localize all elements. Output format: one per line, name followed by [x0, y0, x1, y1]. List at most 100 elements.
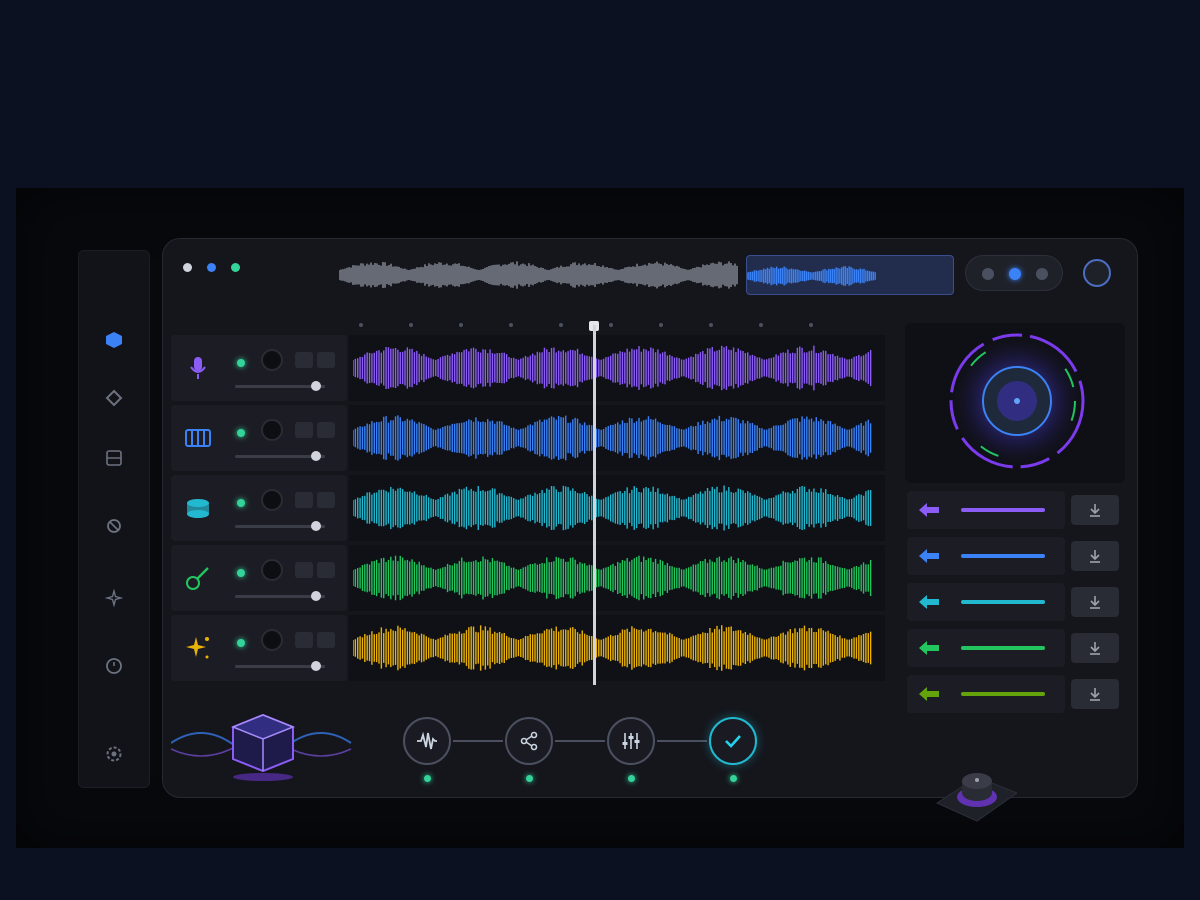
- master-knob[interactable]: [933, 763, 1019, 823]
- track-solo-button[interactable]: [317, 632, 335, 648]
- track-pan-knob[interactable]: [261, 419, 283, 441]
- fader-thumb[interactable]: [311, 451, 321, 461]
- waveform-icon: [417, 731, 437, 750]
- stem-row: [907, 537, 1129, 575]
- stem-download-button[interactable]: [1071, 633, 1119, 663]
- track-header: [171, 545, 347, 611]
- timeline-tick: [559, 323, 563, 327]
- download-icon: [1090, 504, 1100, 517]
- stem-row: [907, 491, 1129, 529]
- track-lane[interactable]: [349, 545, 885, 611]
- stem-channel[interactable]: [907, 675, 1065, 713]
- play-dot-icon[interactable]: [1009, 268, 1021, 280]
- track-active-led[interactable]: [237, 429, 245, 437]
- stem-arrow-icon: [919, 595, 939, 609]
- drum-icon: [183, 493, 213, 523]
- stem-level: [961, 646, 1045, 650]
- playhead[interactable]: [593, 325, 596, 685]
- power-button[interactable]: [1083, 259, 1111, 287]
- track-pan-knob[interactable]: [261, 559, 283, 581]
- track-active-led[interactable]: [237, 499, 245, 507]
- track-mute-button[interactable]: [295, 352, 313, 368]
- stem-download-button[interactable]: [1071, 587, 1119, 617]
- spectrum-visualizer: [905, 323, 1125, 483]
- track-mute-button[interactable]: [295, 632, 313, 648]
- grid-icon[interactable]: [101, 445, 127, 471]
- track-lane[interactable]: [349, 405, 885, 471]
- diamond-icon[interactable]: [101, 385, 127, 411]
- track-volume-fader[interactable]: [235, 661, 325, 671]
- track-waveform: [353, 485, 872, 531]
- stem-download-button[interactable]: [1071, 679, 1119, 709]
- fader-thumb[interactable]: [311, 591, 321, 601]
- timeline-ruler[interactable]: [359, 319, 889, 335]
- track-lane[interactable]: [349, 475, 885, 541]
- track-volume-fader[interactable]: [235, 381, 325, 391]
- step-status-led: [730, 775, 737, 782]
- track-solo-button[interactable]: [317, 352, 335, 368]
- gear-icon[interactable]: [101, 741, 127, 767]
- pipeline-arrow: [555, 740, 605, 742]
- track-volume-fader[interactable]: [235, 591, 325, 601]
- track-volume-fader[interactable]: [235, 451, 325, 461]
- previous-icon[interactable]: [982, 268, 994, 280]
- stem-channel[interactable]: [907, 583, 1065, 621]
- stem-channel[interactable]: [907, 629, 1065, 667]
- timeline-tick: [809, 323, 813, 327]
- track-solo-button[interactable]: [317, 562, 335, 578]
- track-pan-knob[interactable]: [261, 349, 283, 371]
- timeline-tick: [459, 323, 463, 327]
- stem-export-list: [907, 491, 1129, 721]
- track-pan-knob[interactable]: [261, 629, 283, 651]
- track-mute-button[interactable]: [295, 422, 313, 438]
- track-volume-fader[interactable]: [235, 521, 325, 531]
- track-list: [171, 335, 885, 685]
- next-icon[interactable]: [1036, 268, 1048, 280]
- track-row: [171, 405, 885, 471]
- step-share[interactable]: [505, 717, 553, 765]
- timeline-tick: [609, 323, 613, 327]
- track-header: [171, 405, 347, 471]
- track-mute-button[interactable]: [295, 562, 313, 578]
- step-complete[interactable]: [709, 717, 757, 765]
- check-icon: [725, 735, 741, 748]
- stem-channel[interactable]: [907, 537, 1065, 575]
- track-solo-button[interactable]: [317, 422, 335, 438]
- track-solo-button[interactable]: [317, 492, 335, 508]
- step-status-led: [424, 775, 431, 782]
- clock-icon[interactable]: [101, 653, 127, 679]
- overview-selection[interactable]: [746, 255, 954, 295]
- track-mute-button[interactable]: [295, 492, 313, 508]
- stem-level: [961, 692, 1045, 696]
- track-row: [171, 475, 885, 541]
- track-pan-knob[interactable]: [261, 489, 283, 511]
- guitar-icon: [183, 563, 213, 593]
- window-dot-green: [231, 263, 240, 272]
- step-status-led: [526, 775, 533, 782]
- fader-thumb[interactable]: [311, 661, 321, 671]
- step-waveform[interactable]: [403, 717, 451, 765]
- stem-download-button[interactable]: [1071, 495, 1119, 525]
- step-mixer[interactable]: [607, 717, 655, 765]
- cube-icon[interactable]: [101, 327, 127, 353]
- track-row: [171, 335, 885, 401]
- track-active-led[interactable]: [237, 359, 245, 367]
- download-icon: [1090, 642, 1100, 655]
- refresh-icon[interactable]: [101, 513, 127, 539]
- fader-thumb[interactable]: [311, 381, 321, 391]
- overview-waveform[interactable]: [339, 255, 739, 295]
- stem-channel[interactable]: [907, 491, 1065, 529]
- pipeline-arrow: [657, 740, 707, 742]
- sparkle-icon: [183, 633, 213, 663]
- stem-arrow-icon: [919, 687, 939, 701]
- daw-window: [162, 238, 1138, 822]
- processing-pipeline: [171, 695, 885, 791]
- track-lane[interactable]: [349, 615, 885, 681]
- fader-thumb[interactable]: [311, 521, 321, 531]
- track-lane[interactable]: [349, 335, 885, 401]
- sparkle-icon[interactable]: [101, 585, 127, 611]
- track-waveform: [353, 415, 872, 461]
- track-active-led[interactable]: [237, 569, 245, 577]
- track-active-led[interactable]: [237, 639, 245, 647]
- stem-download-button[interactable]: [1071, 541, 1119, 571]
